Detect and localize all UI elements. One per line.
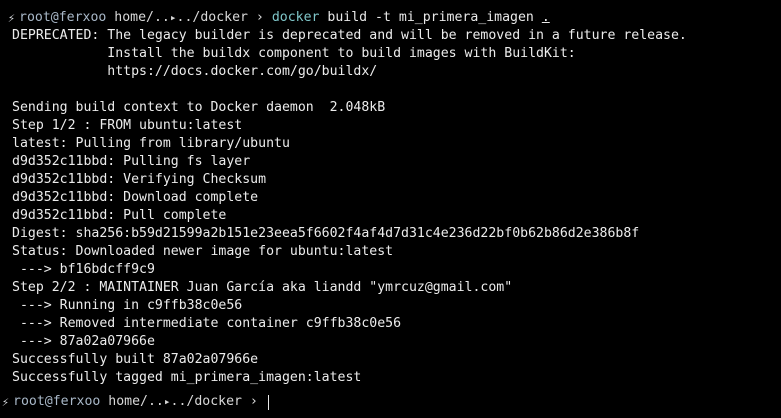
command-args: build -t mi_primera_imagen (327, 10, 534, 25)
prompt-user-host: root@ferxoo (19, 10, 107, 25)
prompt-arrow-icon: › (255, 10, 264, 25)
command-prompt-line: ⚡ root@ferxoo home/.. ▸ ../docker › dock… (6, 9, 781, 27)
prompt-path-end: ../docker (170, 394, 242, 409)
output-line: Step 1/2 : FROM ubuntu:latest (12, 118, 243, 133)
lightning-icon: ⚡ (1, 395, 10, 409)
output-line: ---> Running in c9ffb38c0e56 (12, 298, 243, 313)
output-line: DEPRECATED: The legacy builder is deprec… (12, 28, 687, 43)
prompt-path-end: ../docker (176, 10, 248, 25)
output-line: d9d352c11bbd: Verifying Checksum (12, 172, 267, 187)
output-line: Digest: sha256:b59d21599a2b151e23eea5f66… (12, 226, 640, 241)
output-line: Successfully built 87a02a07966e (12, 352, 259, 367)
output-line: ---> bf16bdcff9c9 (12, 262, 155, 277)
command-name: docker (271, 10, 320, 25)
terminal-window[interactable]: ⚡ root@ferxoo home/.. ▸ ../docker › dock… (0, 0, 781, 418)
output-line: latest: Pulling from library/ubuntu (12, 136, 290, 151)
output-line: Step 2/2 : MAINTAINER Juan García aka li… (12, 280, 513, 295)
text-cursor[interactable] (267, 394, 269, 410)
output-line: https://docs.docker.com/go/buildx/ (12, 64, 378, 79)
lightning-icon: ⚡ (7, 11, 16, 25)
prompt-user-host: root@ferxoo (13, 394, 101, 409)
output-line: Sending build context to Docker daemon 2… (12, 100, 386, 115)
output-line: ---> Removed intermediate container c9ff… (12, 316, 402, 331)
folder-icon: ▸ (169, 11, 177, 24)
prompt-path-start: home/.. (114, 10, 170, 25)
output-line: d9d352c11bbd: Pull complete (12, 208, 227, 223)
folder-icon: ▸ (163, 395, 171, 408)
output-line: d9d352c11bbd: Pulling fs layer (12, 154, 251, 169)
active-prompt-line[interactable]: ⚡ root@ferxoo home/.. ▸ ../docker › (0, 393, 269, 411)
output-line: Successfully tagged mi_primera_imagen:la… (12, 370, 362, 385)
prompt-arrow-icon: › (249, 394, 258, 409)
command-context-path: . (541, 10, 550, 25)
output-line: ---> 87a02a07966e (12, 334, 155, 349)
prompt-path-start: home/.. (108, 394, 164, 409)
output-line: d9d352c11bbd: Download complete (12, 190, 259, 205)
output-line: Status: Downloaded newer image for ubunt… (12, 244, 394, 259)
command-output: DEPRECATED: The legacy builder is deprec… (12, 27, 781, 387)
output-line: Install the buildx component to build im… (12, 46, 576, 61)
